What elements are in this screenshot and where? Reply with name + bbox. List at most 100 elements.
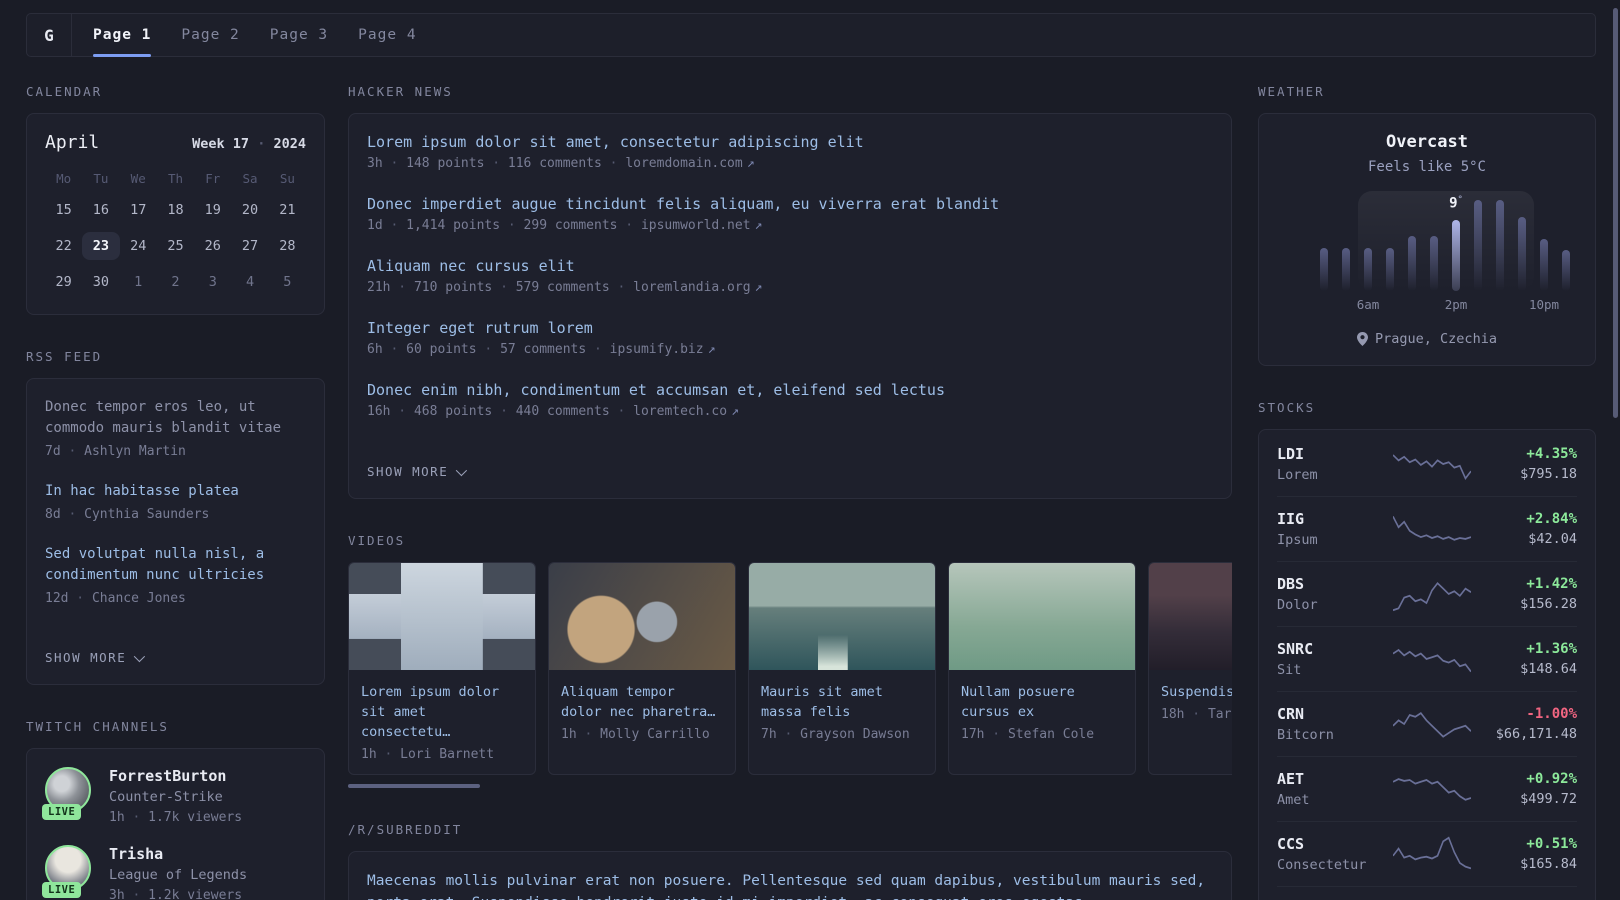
- reddit-post-title[interactable]: Maecenas mollis pulvinar erat non posuer…: [367, 870, 1213, 900]
- item-domain-link[interactable]: ipsumify.biz: [610, 342, 704, 357]
- video-title[interactable]: Lorem ipsum dolor sit amet consectetu…: [361, 682, 523, 742]
- calendar-day: 25: [167, 238, 184, 254]
- stock-price: $499.72: [1520, 791, 1577, 807]
- stock-row[interactable]: DBS Dolor +1.42% $156.28: [1277, 561, 1577, 626]
- twitch-channel-row[interactable]: LIVE Trisha League of Legends 3h · 1.2k vie…: [42, 845, 306, 900]
- stock-right: +1.36% $148.64: [1481, 641, 1577, 677]
- stock-symbol[interactable]: CRN: [1277, 705, 1383, 723]
- stock-row[interactable]: CRN Bitcorn -1.00% $66,171.48: [1277, 691, 1577, 756]
- rss-widget: RSS FEED Donec tempor eros leo, ut commo…: [26, 349, 325, 685]
- stock-change: +0.92%: [1526, 771, 1577, 787]
- stock-left: IIG Ipsum: [1277, 510, 1383, 548]
- page-scrollbar[interactable]: [1613, 8, 1618, 418]
- stock-row[interactable]: IIG Ipsum +2.84% $42.04: [1277, 496, 1577, 561]
- item-domain-link[interactable]: loremdomain.com: [625, 156, 742, 171]
- video-thumbnail[interactable]: [1149, 563, 1232, 670]
- videos-scrollbar-thumb[interactable]: [348, 784, 480, 788]
- separator-dot: ·: [376, 747, 401, 762]
- rss-item: In hac habitasse platea 8d · Cynthia Saun…: [45, 481, 306, 522]
- stock-row[interactable]: LDI Lorem +4.35% $795.18: [1277, 432, 1577, 496]
- separator-dot: ·: [776, 727, 801, 742]
- stock-symbol[interactable]: IIG: [1277, 510, 1383, 528]
- video-card-body: Aliquam tempor dolor nec pharetra… 1h · M…: [549, 670, 735, 754]
- nav-tab-page-3[interactable]: Page 3: [255, 14, 343, 56]
- external-link-icon: ↗: [731, 404, 739, 419]
- nav-tab-page-4[interactable]: Page 4: [343, 14, 431, 56]
- item-meta-part: Grayson Dawson: [800, 727, 910, 742]
- item-domain-link[interactable]: ipsumworld.net: [641, 218, 751, 233]
- item-meta-part: 1.7k viewers: [148, 810, 243, 825]
- videos-widget: VIDEOS Lorem ipsum dolor sit amet consec…: [348, 533, 1232, 788]
- rss-item: Donec tempor eros leo, ut commodo mauris…: [45, 397, 306, 459]
- stock-row[interactable]: AET Amet +0.92% $499.72: [1277, 756, 1577, 821]
- weather-bar: [1364, 248, 1372, 291]
- rss-item-title[interactable]: Sed volutpat nulla nisl, a condimentum n…: [45, 544, 306, 586]
- middle-column: HACKER NEWS Lorem ipsum dolor sit amet, …: [348, 84, 1232, 900]
- hackernews-item-title[interactable]: Lorem ipsum dolor sit amet, consectetur …: [367, 133, 864, 151]
- nav-bar: G Page 1 Page 2 Page 3 Page 4: [26, 13, 1596, 57]
- item-domain-link[interactable]: loremlandia.org: [633, 280, 750, 295]
- calendar-day: 1: [134, 274, 143, 290]
- video-title[interactable]: Suspendisse diam: [1161, 682, 1232, 702]
- video-thumbnail[interactable]: [349, 563, 535, 670]
- rss-item-title[interactable]: Donec tempor eros leo, ut commodo mauris…: [45, 397, 306, 439]
- hackernews-item: Integer eget rutrum lorem 6h · 60 points …: [367, 318, 1213, 357]
- stock-sparkline: [1393, 581, 1471, 612]
- video-card[interactable]: Aliquam tempor dolor nec pharetra… 1h · M…: [548, 562, 736, 775]
- item-meta-part: 440 comments: [515, 404, 610, 419]
- channel-category: Counter-Strike: [109, 789, 223, 805]
- stock-row[interactable]: AHS+0.46%: [1277, 886, 1577, 900]
- weather-location-row[interactable]: Prague, Czechia: [1277, 331, 1577, 347]
- nav-tab-page-1[interactable]: Page 1: [78, 14, 166, 57]
- stock-row[interactable]: SNRC Sit +1.36% $148.64: [1277, 626, 1577, 691]
- video-card-body: Suspendisse diam 18h · Tara: [1149, 670, 1232, 734]
- avatar-wrap: LIVE: [42, 845, 91, 898]
- stock-right: +4.35% $795.18: [1481, 446, 1577, 482]
- stock-price: $795.18: [1520, 466, 1577, 482]
- item-meta: 1h · Lori Barnett: [361, 747, 523, 762]
- hackernews-item-title[interactable]: Integer eget rutrum lorem: [367, 319, 593, 337]
- app-logo[interactable]: G: [27, 14, 72, 56]
- video-title[interactable]: Nullam posuere cursus ex: [961, 682, 1123, 722]
- calendar-day: 19: [204, 202, 221, 218]
- stocks-section-title: STOCKS: [1258, 400, 1316, 415]
- hackernews-item-title[interactable]: Aliquam nec cursus elit: [367, 257, 575, 275]
- video-title[interactable]: Aliquam tempor dolor nec pharetra…: [561, 682, 723, 722]
- channel-name[interactable]: ForrestBurton: [109, 767, 242, 785]
- stock-symbol[interactable]: DBS: [1277, 575, 1383, 593]
- video-card[interactable]: Nullam posuere cursus ex 17h · Stefan Col…: [948, 562, 1136, 775]
- calendar-weekday: Fr: [205, 171, 221, 186]
- show-more-button[interactable]: SHOW MORE: [367, 464, 468, 479]
- stock-symbol[interactable]: AET: [1277, 770, 1383, 788]
- weather-bar: [1562, 250, 1570, 291]
- show-more-button[interactable]: SHOW MORE: [45, 650, 146, 665]
- hackernews-item-title[interactable]: Donec imperdiet augue tincidunt felis al…: [367, 195, 999, 213]
- weather-widget: WEATHER Overcast Feels like 5°C 9° 6am 2p…: [1258, 84, 1596, 366]
- video-card[interactable]: Mauris sit amet massa felis 7h · Grayson …: [748, 562, 936, 775]
- item-domain-link[interactable]: loremtech.co: [633, 404, 727, 419]
- video-card[interactable]: Suspendisse diam 18h · Tara: [1148, 562, 1232, 775]
- video-thumbnail[interactable]: [749, 563, 935, 670]
- video-card[interactable]: Lorem ipsum dolor sit amet consectetu… 1h…: [348, 562, 536, 775]
- stock-symbol[interactable]: CCS: [1277, 835, 1383, 853]
- stock-symbol[interactable]: SNRC: [1277, 640, 1383, 658]
- columns: CALENDAR April Week 17 · 2024 Mo Tu We Th Fr…: [26, 84, 1596, 900]
- video-thumbnail[interactable]: [549, 563, 735, 670]
- stock-sparkline: [1393, 515, 1471, 541]
- show-more-label: SHOW MORE: [45, 650, 127, 665]
- separator-dot: ·: [124, 888, 149, 900]
- video-thumbnail[interactable]: [949, 563, 1135, 670]
- separator-dot: ·: [484, 156, 508, 171]
- twitch-channel-row[interactable]: LIVE ForrestBurton Counter-Strike 1h · 1.7k…: [42, 767, 306, 825]
- stock-row[interactable]: CCS Consectetur +0.51% $165.84: [1277, 821, 1577, 886]
- channel-name[interactable]: Trisha: [109, 845, 247, 863]
- stock-right: -1.00% $66,171.48: [1481, 706, 1577, 742]
- rss-item-title[interactable]: In hac habitasse platea: [45, 481, 306, 502]
- calendar-day: 16: [92, 202, 110, 218]
- hackernews-item-title[interactable]: Donec enim nibh, condimentum et accumsan…: [367, 381, 945, 399]
- calendar-day: 27: [241, 238, 259, 254]
- nav-tab-page-2[interactable]: Page 2: [166, 14, 254, 56]
- stock-symbol[interactable]: LDI: [1277, 445, 1383, 463]
- separator-dot: ·: [382, 156, 407, 171]
- video-title[interactable]: Mauris sit amet massa felis: [761, 682, 923, 722]
